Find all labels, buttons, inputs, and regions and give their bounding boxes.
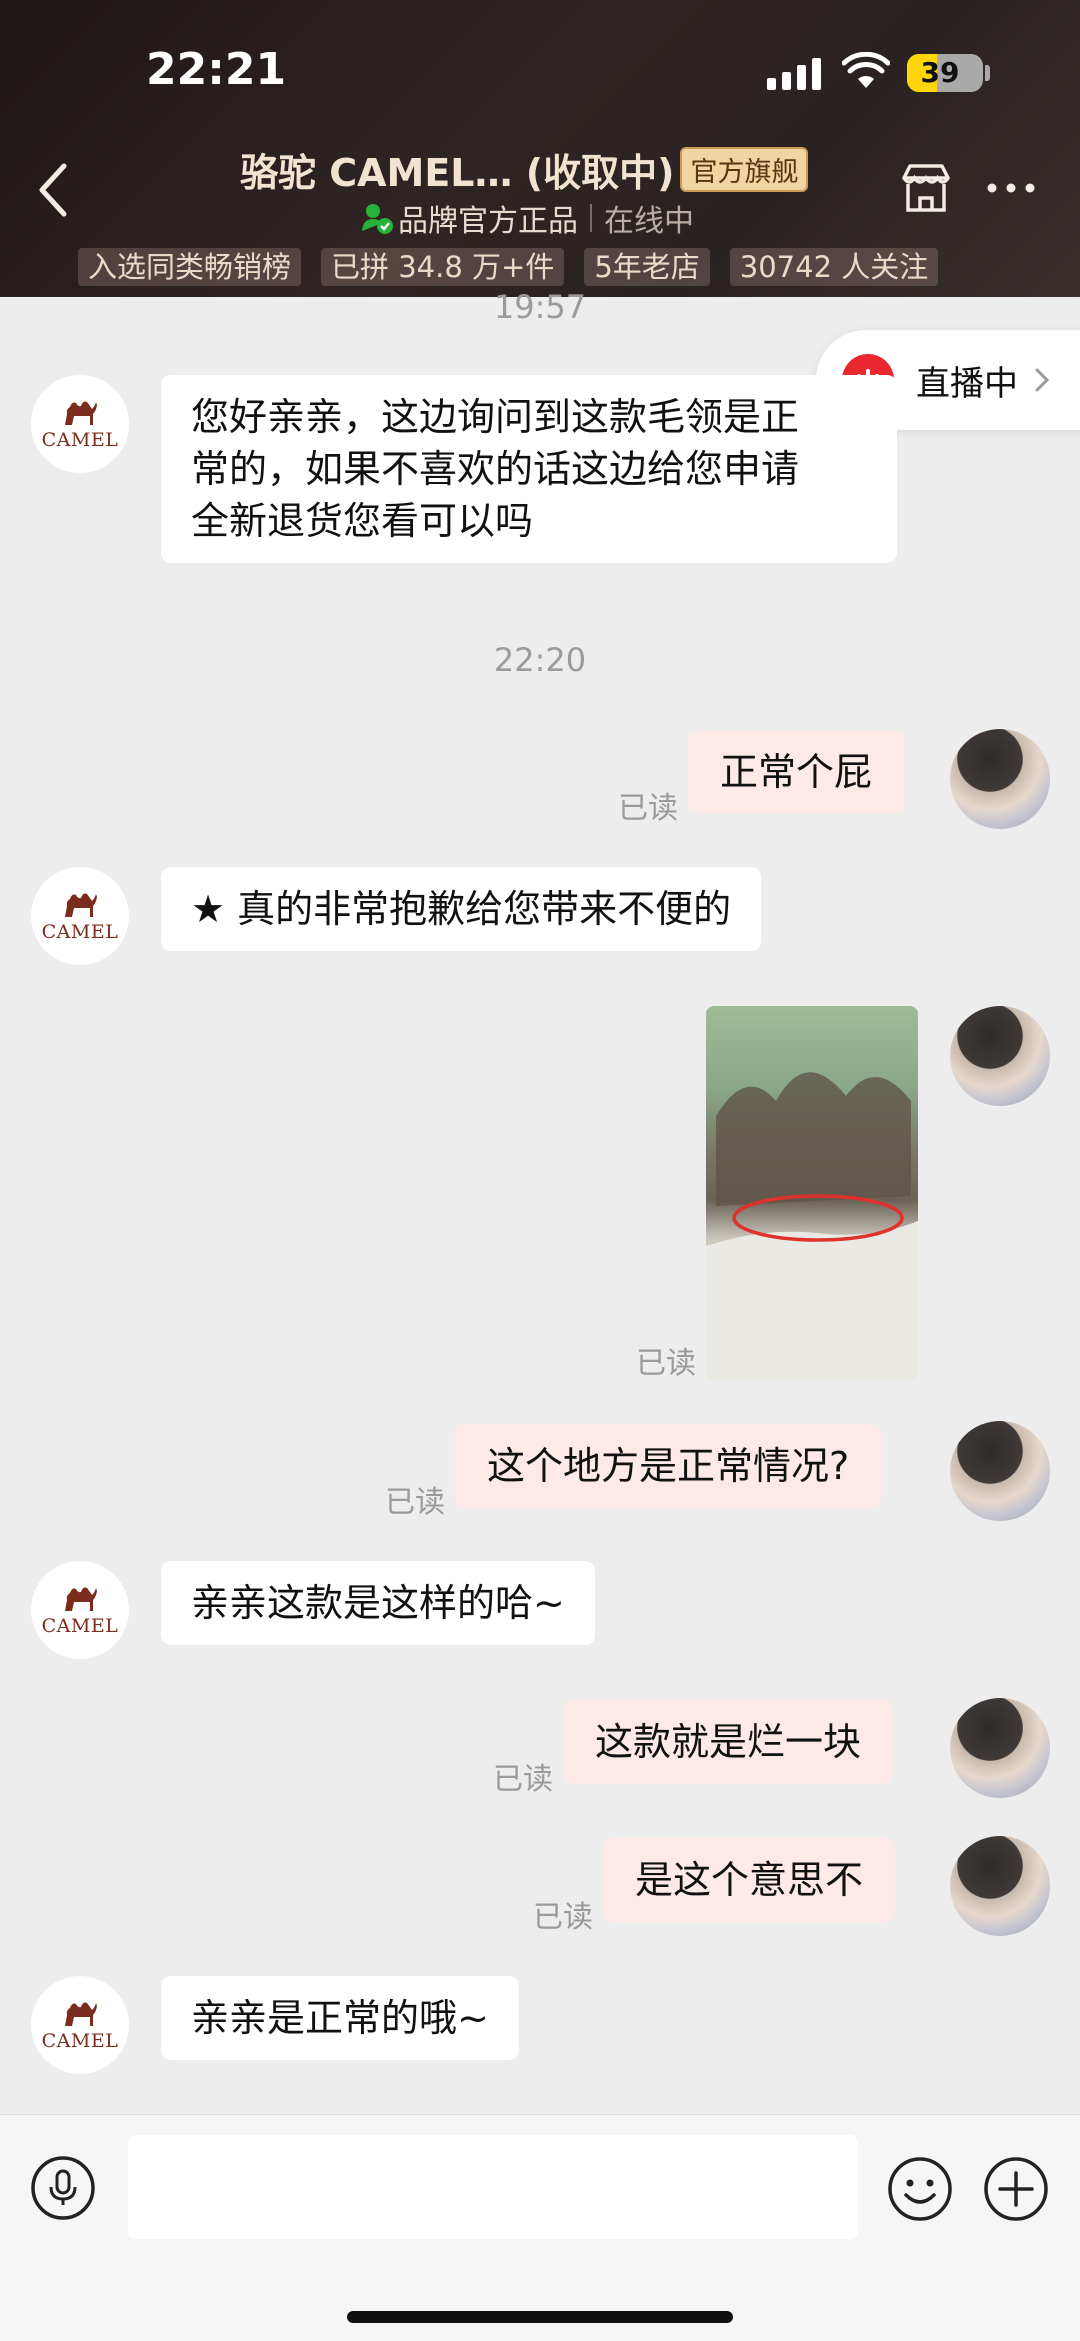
wifi-icon xyxy=(842,52,890,88)
message-input[interactable] xyxy=(128,2135,858,2239)
microphone-icon[interactable] xyxy=(30,2155,96,2221)
online-status: 在线中 xyxy=(604,204,694,239)
tag-followers[interactable]: 30742 人关注 xyxy=(729,248,939,286)
time-divider: 22:20 xyxy=(493,641,587,679)
read-receipt: 已读 xyxy=(618,791,678,826)
camel-logo-icon xyxy=(65,893,97,917)
message-bubble[interactable]: ★ 真的非常抱歉给您带来不便的 xyxy=(161,867,762,951)
shop-title: 骆驼 CAMEL… (收取中) xyxy=(240,150,675,195)
message-bubble[interactable]: 这个地方是正常情况? xyxy=(455,1424,882,1508)
message-bubble[interactable]: 亲亲这款是这样的哈~ xyxy=(161,1561,595,1645)
flagship-badge: 官方旗舰 xyxy=(680,146,809,192)
live-label: 直播中 xyxy=(916,363,1018,404)
back-chevron-icon[interactable] xyxy=(30,160,80,220)
tag-shop-age[interactable]: 5年老店 xyxy=(584,248,710,286)
shop-avatar[interactable]: CAMEL xyxy=(31,375,129,473)
plus-icon[interactable] xyxy=(982,2155,1050,2223)
user-avatar[interactable] xyxy=(950,729,1050,829)
chevron-right-icon xyxy=(1035,368,1050,392)
cellular-signal-icon xyxy=(767,58,823,90)
shop-subtitle: 品牌官方正品 在线中 xyxy=(360,198,694,239)
camel-wordmark: CAMEL xyxy=(41,1615,119,1637)
tag-bestseller[interactable]: 入选同类畅销榜 xyxy=(78,248,302,286)
user-avatar[interactable] xyxy=(950,1698,1050,1798)
tag-sold-count[interactable]: 已拼 34.8 万+件 xyxy=(321,248,565,286)
user-avatar[interactable] xyxy=(950,1836,1050,1936)
read-receipt: 已读 xyxy=(385,1485,445,1520)
message-bubble[interactable]: 您好亲亲，这边询问到这款毛领是正 常的，如果不喜欢的话这边给您申请 全新退货您看… xyxy=(161,375,897,563)
divider xyxy=(590,204,592,232)
read-receipt: 已读 xyxy=(493,1762,553,1797)
shop-tags: 入选同类畅销榜 已拼 34.8 万+件 5年老店 30742 人关注 xyxy=(78,248,939,286)
camel-wordmark: CAMEL xyxy=(41,921,119,943)
verified-user-icon xyxy=(362,204,393,234)
chat-header: 22:21 39 骆驼 CAMEL… (收取中) 官方旗舰 品牌官方正品 在线中 xyxy=(0,0,1080,297)
verified-label: 品牌官方正品 xyxy=(398,204,578,239)
home-indicator[interactable] xyxy=(347,2311,733,2323)
status-time: 22:21 xyxy=(146,44,287,95)
user-avatar[interactable] xyxy=(950,1421,1050,1521)
camel-logo-icon xyxy=(65,1587,97,1611)
camel-wordmark: CAMEL xyxy=(41,2030,119,2052)
battery-icon: 39 xyxy=(907,54,983,92)
message-bubble[interactable]: 正常个屁 xyxy=(688,730,905,814)
camel-wordmark: CAMEL xyxy=(41,429,119,451)
message-bubble[interactable]: 这款就是烂一块 xyxy=(563,1700,894,1784)
camel-logo-icon xyxy=(65,2002,97,2026)
photo-annotation xyxy=(706,1072,918,1380)
shop-avatar[interactable]: CAMEL xyxy=(31,1976,129,2074)
shop-title-row[interactable]: 骆驼 CAMEL… (收取中) 官方旗舰 xyxy=(240,146,809,195)
battery-tip xyxy=(985,65,990,81)
chat-input-bar xyxy=(0,2114,1080,2341)
battery-percent: 39 xyxy=(920,56,960,89)
store-icon[interactable] xyxy=(898,160,954,216)
message-bubble[interactable]: 是这个意思不 xyxy=(603,1838,896,1922)
sent-photo[interactable] xyxy=(706,1006,918,1380)
shop-avatar[interactable]: CAMEL xyxy=(31,867,129,965)
read-receipt: 已读 xyxy=(533,1900,593,1935)
camel-logo-icon xyxy=(65,401,97,425)
user-avatar[interactable] xyxy=(950,1006,1050,1106)
more-icon[interactable] xyxy=(986,176,1036,200)
read-receipt: 已读 xyxy=(636,1346,696,1381)
time-divider-partial: 19:57 xyxy=(493,288,587,326)
emoji-icon[interactable] xyxy=(886,2155,954,2223)
shop-avatar[interactable]: CAMEL xyxy=(31,1561,129,1659)
message-bubble[interactable]: 亲亲是正常的哦~ xyxy=(161,1976,519,2060)
